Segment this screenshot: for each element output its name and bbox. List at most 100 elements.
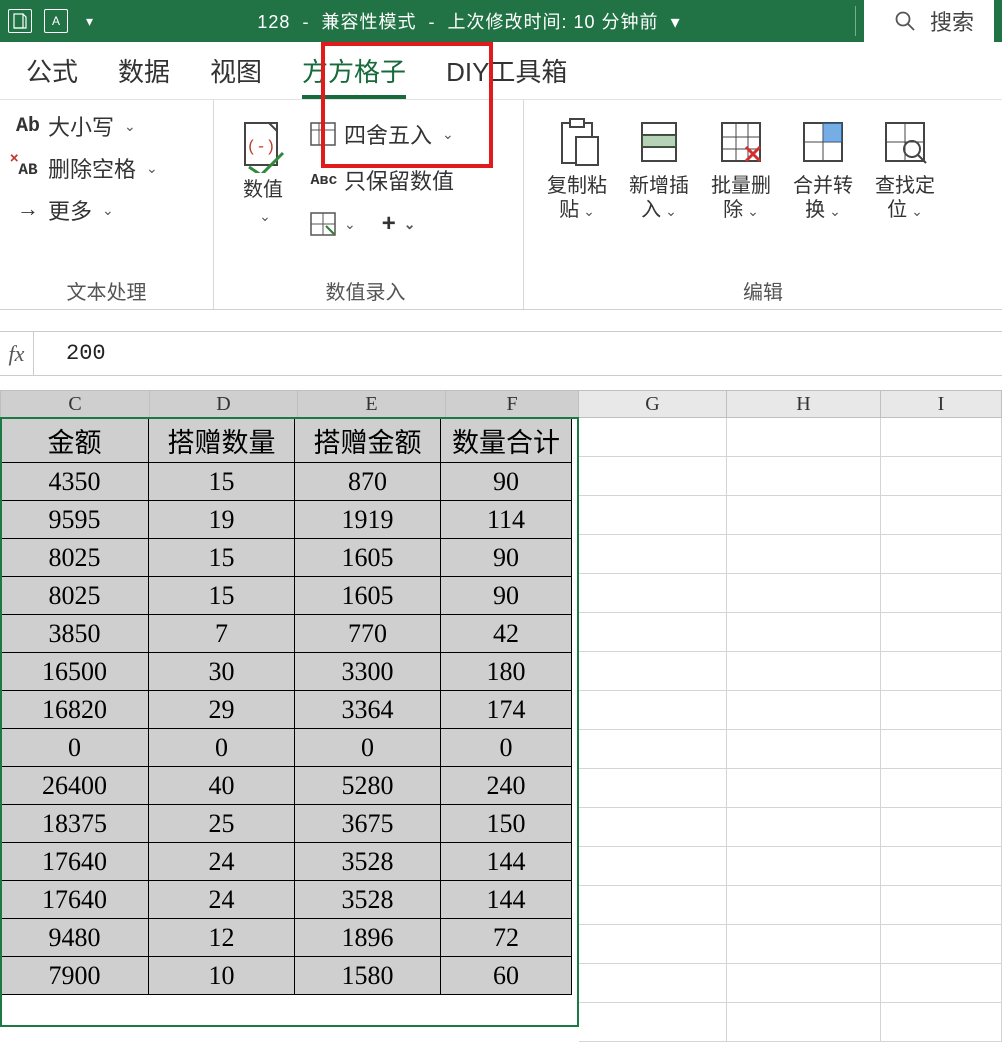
col-header-I[interactable]: I bbox=[881, 390, 1002, 418]
empty-cell[interactable] bbox=[881, 496, 1002, 534]
table-row[interactable]: 43501587090 bbox=[1, 463, 572, 501]
keepnum-button[interactable]: Aʙᴄ 只保留数值 bbox=[310, 164, 454, 196]
cell[interactable]: 16820 bbox=[1, 691, 149, 729]
qat-icon-1[interactable] bbox=[8, 9, 32, 33]
cell[interactable]: 72 bbox=[441, 919, 572, 957]
empty-cell[interactable] bbox=[881, 769, 1002, 807]
cell[interactable]: 15 bbox=[149, 539, 295, 577]
empty-cell[interactable] bbox=[881, 691, 1002, 729]
empty-cell[interactable] bbox=[881, 1003, 1002, 1041]
table-header-E[interactable]: 搭赠金额 bbox=[295, 419, 441, 463]
new-insert-button[interactable]: 新增插入⌄ bbox=[620, 116, 698, 222]
table-row[interactable]: 16820293364174 bbox=[1, 691, 572, 729]
empty-cell[interactable] bbox=[579, 535, 727, 573]
cell[interactable]: 24 bbox=[149, 843, 295, 881]
empty-cell[interactable] bbox=[579, 691, 727, 729]
cell[interactable]: 870 bbox=[295, 463, 441, 501]
search-box[interactable]: 搜索 bbox=[864, 0, 994, 42]
empty-cell[interactable] bbox=[579, 925, 727, 963]
empty-cell[interactable] bbox=[579, 847, 727, 885]
empty-cell[interactable] bbox=[727, 418, 881, 456]
cell[interactable]: 3850 bbox=[1, 615, 149, 653]
cell[interactable]: 10 bbox=[149, 957, 295, 995]
cell[interactable]: 90 bbox=[441, 539, 572, 577]
empty-cell[interactable] bbox=[727, 886, 881, 924]
cell[interactable]: 8025 bbox=[1, 539, 149, 577]
empty-cell[interactable] bbox=[881, 730, 1002, 768]
cell[interactable]: 16500 bbox=[1, 653, 149, 691]
cell[interactable]: 3528 bbox=[295, 843, 441, 881]
col-header-G[interactable]: G bbox=[579, 390, 727, 418]
cell[interactable]: 3528 bbox=[295, 881, 441, 919]
tab-data[interactable]: 数据 bbox=[118, 52, 170, 99]
table-row[interactable]: 802515160590 bbox=[1, 577, 572, 615]
cell[interactable]: 29 bbox=[149, 691, 295, 729]
empty-cell[interactable] bbox=[579, 1003, 727, 1041]
table-header-D[interactable]: 搭赠数量 bbox=[149, 419, 295, 463]
table-row[interactable]: 17640243528144 bbox=[1, 881, 572, 919]
empty-cell[interactable] bbox=[881, 418, 1002, 456]
col-header-E[interactable]: E bbox=[298, 390, 446, 418]
cell[interactable]: 17640 bbox=[1, 843, 149, 881]
cell[interactable]: 60 bbox=[441, 957, 572, 995]
cell[interactable]: 3300 bbox=[295, 653, 441, 691]
round-button[interactable]: 四舍五入 ⌄ bbox=[310, 118, 454, 150]
cell[interactable]: 18375 bbox=[1, 805, 149, 843]
empty-cell[interactable] bbox=[579, 496, 727, 534]
empty-cell[interactable] bbox=[579, 457, 727, 495]
empty-grid[interactable] bbox=[579, 418, 1002, 1042]
cell[interactable]: 1605 bbox=[295, 577, 441, 615]
cell[interactable]: 0 bbox=[441, 729, 572, 767]
batch-delete-button[interactable]: 批量删除⌄ bbox=[702, 116, 780, 222]
empty-cell[interactable] bbox=[579, 652, 727, 690]
empty-cell[interactable] bbox=[579, 769, 727, 807]
empty-cell[interactable] bbox=[727, 652, 881, 690]
find-locate-button[interactable]: 查找定位⌄ bbox=[866, 116, 944, 222]
col-header-C[interactable]: C bbox=[0, 390, 150, 418]
table-row[interactable]: 26400405280240 bbox=[1, 767, 572, 805]
empty-cell[interactable] bbox=[579, 886, 727, 924]
cell[interactable]: 144 bbox=[441, 843, 572, 881]
cell[interactable]: 3675 bbox=[295, 805, 441, 843]
cell[interactable]: 114 bbox=[441, 501, 572, 539]
qat-more-icon[interactable]: ▾ bbox=[80, 13, 93, 30]
empty-cell[interactable] bbox=[727, 574, 881, 612]
empty-cell[interactable] bbox=[727, 925, 881, 963]
empty-cell[interactable] bbox=[881, 925, 1002, 963]
table-row[interactable]: 790010158060 bbox=[1, 957, 572, 995]
empty-cell[interactable] bbox=[579, 613, 727, 651]
table-row[interactable]: 9595191919114 bbox=[1, 501, 572, 539]
cell[interactable]: 1605 bbox=[295, 539, 441, 577]
empty-cell[interactable] bbox=[727, 496, 881, 534]
cell[interactable]: 15 bbox=[149, 577, 295, 615]
empty-cell[interactable] bbox=[881, 613, 1002, 651]
empty-cell[interactable] bbox=[727, 730, 881, 768]
cell[interactable]: 26400 bbox=[1, 767, 149, 805]
empty-cell[interactable] bbox=[727, 535, 881, 573]
tab-formula[interactable]: 公式 bbox=[26, 52, 78, 99]
numval-button[interactable]: (-) 数值 ⌄ bbox=[222, 120, 304, 225]
cell[interactable]: 12 bbox=[149, 919, 295, 957]
copy-paste-button[interactable]: 复制粘贴⌄ bbox=[538, 116, 616, 222]
cell[interactable]: 144 bbox=[441, 881, 572, 919]
table-row[interactable]: 3850777042 bbox=[1, 615, 572, 653]
empty-cell[interactable] bbox=[579, 964, 727, 1002]
table-row[interactable]: 802515160590 bbox=[1, 539, 572, 577]
empty-cell[interactable] bbox=[727, 613, 881, 651]
merge-convert-button[interactable]: 合并转换⌄ bbox=[784, 116, 862, 222]
table-row[interactable]: 18375253675150 bbox=[1, 805, 572, 843]
cell[interactable]: 240 bbox=[441, 767, 572, 805]
col-header-D[interactable]: D bbox=[150, 390, 298, 418]
tab-diy[interactable]: DIY工具箱 bbox=[446, 52, 567, 99]
empty-cell[interactable] bbox=[579, 418, 727, 456]
empty-cell[interactable] bbox=[579, 574, 727, 612]
cell[interactable]: 3364 bbox=[295, 691, 441, 729]
empty-cell[interactable] bbox=[881, 964, 1002, 1002]
empty-cell[interactable] bbox=[579, 730, 727, 768]
empty-cell[interactable] bbox=[727, 769, 881, 807]
empty-cell[interactable] bbox=[727, 457, 881, 495]
table-header-F[interactable]: 数量合计 bbox=[441, 419, 572, 463]
cell[interactable]: 180 bbox=[441, 653, 572, 691]
cell[interactable]: 5280 bbox=[295, 767, 441, 805]
empty-cell[interactable] bbox=[881, 808, 1002, 846]
